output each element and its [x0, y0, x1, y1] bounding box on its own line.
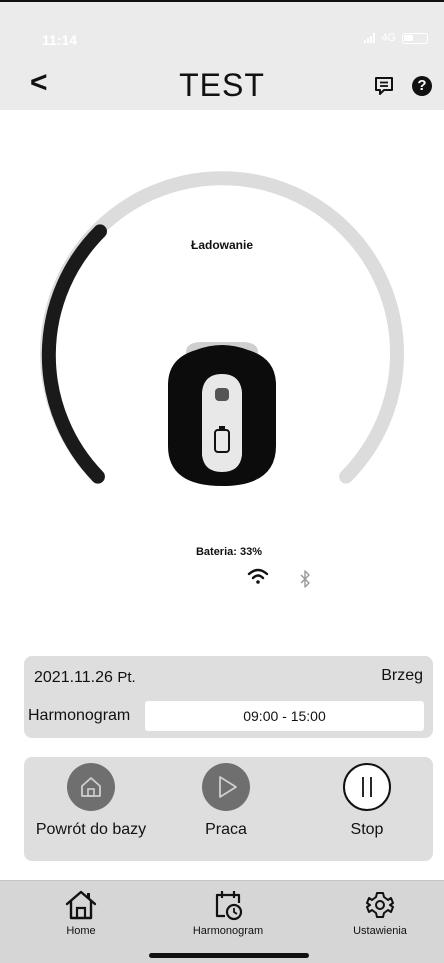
return-to-base-label: Powrót do bazy: [35, 821, 147, 838]
tab-settings-label: Ustawienia: [353, 925, 407, 937]
tab-settings[interactable]: Ustawienia: [340, 889, 420, 937]
tab-home-label: Home: [66, 925, 96, 937]
gear-icon: [366, 892, 394, 918]
work-label: Praca: [205, 821, 247, 838]
battery-level-text: Bateria: 33%: [195, 546, 263, 558]
tab-schedule-label: Harmonogram: [192, 925, 264, 937]
mower-status-text: Ładowanie: [190, 238, 253, 252]
gauge-fill: [41, 224, 107, 484]
schedule-time-field[interactable]: 09:00 - 15:00: [145, 701, 424, 731]
message-icon[interactable]: [374, 76, 394, 96]
info-card: 2021.11.26 Pt. Brzeg Harmonogram 09:00 -…: [24, 656, 433, 738]
day-value: Pt.: [117, 669, 136, 686]
stop-label: Stop: [350, 821, 384, 838]
bluetooth-icon: [300, 570, 310, 588]
status-time: 11:14: [42, 32, 78, 48]
date-display: 2021.11.26 Pt.: [34, 669, 136, 687]
bottom-tab-bar: Home Harmonogram Ustawienia: [0, 880, 444, 963]
mower-image: [168, 342, 276, 486]
network-type: 4G: [381, 32, 396, 44]
status-indicators: 4G: [364, 32, 428, 44]
tab-schedule[interactable]: Harmonogram: [180, 889, 276, 937]
control-card: Powrót do bazy Praca Stop: [24, 757, 433, 861]
home-icon: [81, 777, 101, 797]
home-tab-icon: [65, 890, 97, 920]
pause-icon: [362, 777, 372, 797]
work-button[interactable]: Praca: [161, 763, 291, 839]
stop-button[interactable]: Stop: [302, 763, 432, 839]
location-text: Brzeg: [381, 667, 423, 684]
calendar-clock-icon: [215, 891, 243, 921]
app-header: < TEST ?: [0, 60, 444, 110]
return-to-base-button[interactable]: Powrót do bazy: [26, 763, 156, 839]
home-indicator: [149, 953, 309, 958]
battery-status-icon: [402, 32, 428, 44]
battery-gauge: [40, 171, 404, 486]
date-value: 2021.11.26: [34, 669, 113, 686]
schedule-label: Harmonogram: [28, 707, 131, 724]
tab-home[interactable]: Home: [50, 889, 112, 937]
play-icon: [219, 776, 237, 798]
wifi-icon: [247, 568, 269, 584]
help-icon[interactable]: ?: [412, 76, 432, 96]
signal-icon: [364, 33, 376, 43]
